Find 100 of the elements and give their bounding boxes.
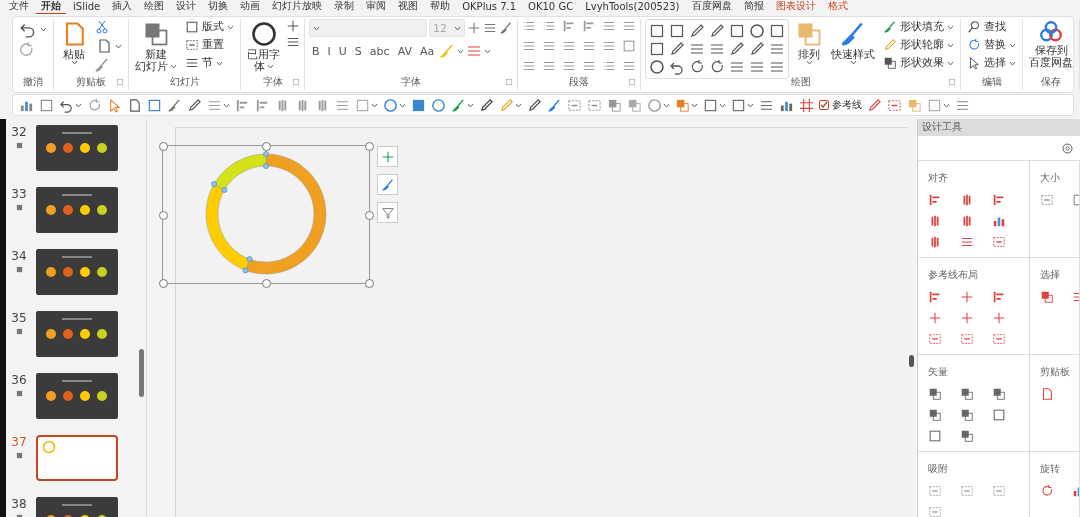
caret-icon[interactable] xyxy=(457,48,465,54)
chart-style-button[interactable] xyxy=(377,174,398,195)
caret-icon[interactable] xyxy=(115,43,122,49)
shape-icon[interactable] xyxy=(769,23,785,39)
shrink-font-icon[interactable] xyxy=(286,35,300,49)
dialog-launcher-icon[interactable] xyxy=(116,78,124,86)
select-icon[interactable] xyxy=(107,97,122,113)
edit-point[interactable] xyxy=(221,187,228,193)
caret-icon[interactable] xyxy=(947,60,954,66)
format-button[interactable]: I xyxy=(324,43,334,59)
shape-icon[interactable] xyxy=(749,41,765,57)
caret-icon[interactable] xyxy=(719,102,726,108)
format-painter-icon[interactable] xyxy=(94,57,110,73)
caret-icon[interactable] xyxy=(515,102,522,108)
align-right-icon[interactable] xyxy=(235,97,250,113)
resize-handle[interactable] xyxy=(159,279,168,288)
reference-lines-checkbox[interactable]: 参考线 xyxy=(819,98,862,112)
caret-icon[interactable] xyxy=(75,102,82,108)
font-color-icon[interactable] xyxy=(466,43,483,59)
donut-slice[interactable] xyxy=(213,153,267,191)
resize-handle[interactable] xyxy=(262,142,271,151)
indent-icon[interactable] xyxy=(562,19,576,33)
align-text-icon[interactable] xyxy=(562,59,576,73)
list-icon[interactable] xyxy=(542,19,556,33)
list-icon[interactable] xyxy=(522,19,536,33)
shape-icon[interactable] xyxy=(689,59,705,75)
dialog-launcher-icon[interactable] xyxy=(505,78,513,86)
align-text-icon[interactable] xyxy=(542,59,556,73)
caret-icon[interactable] xyxy=(70,60,78,65)
group-icon[interactable] xyxy=(607,97,622,113)
caret-icon[interactable] xyxy=(1009,60,1016,66)
ribbon-tab[interactable]: 录制 xyxy=(329,0,360,14)
group-icon[interactable] xyxy=(627,97,642,113)
align-text-icon[interactable] xyxy=(602,39,616,53)
ribbon-tab[interactable]: 百度网盘 xyxy=(686,0,737,14)
used-font-button[interactable]: 已用字 体 xyxy=(245,19,282,73)
ribbon-tab[interactable]: LvyhTools(200523) xyxy=(580,0,685,14)
ribbon-button[interactable]: 形状填充 xyxy=(881,19,956,35)
copy-icon[interactable] xyxy=(96,38,112,54)
shape-icon[interactable] xyxy=(669,23,685,39)
ribbon-tab[interactable]: 格式 xyxy=(822,0,853,14)
caret-icon[interactable] xyxy=(747,102,754,108)
dialog-launcher-icon[interactable] xyxy=(948,78,956,86)
resize-handle[interactable] xyxy=(159,210,168,220)
ribbon-button[interactable]: 形状效果 xyxy=(881,55,956,71)
align-text-icon[interactable] xyxy=(562,39,576,53)
edit-point[interactable] xyxy=(242,267,249,274)
ribbon-tab[interactable]: 文件 xyxy=(4,0,34,14)
caret-icon[interactable] xyxy=(266,63,274,69)
scrollbar-thumb[interactable] xyxy=(139,349,144,397)
paste-button[interactable]: 粘贴 xyxy=(58,19,90,66)
slide-thumbnail[interactable] xyxy=(36,373,118,419)
format-button[interactable]: U xyxy=(335,43,350,59)
fill-icon[interactable] xyxy=(411,97,426,113)
align-text-icon[interactable] xyxy=(522,39,536,53)
shape-icon[interactable] xyxy=(669,41,685,57)
ribbon-button[interactable]: 节 xyxy=(183,55,236,71)
ribbon-tab[interactable]: 简报 xyxy=(738,0,769,14)
ribbon-tab[interactable]: 图表设计 xyxy=(770,0,821,14)
format-button[interactable]: Aa xyxy=(417,43,438,59)
align-text-icon[interactable] xyxy=(622,59,636,73)
caret-icon[interactable] xyxy=(691,102,698,108)
ribbon-tab[interactable]: OKPlus 7.1 xyxy=(457,0,522,14)
font-name-field[interactable] xyxy=(309,19,427,37)
settings-icon[interactable] xyxy=(1061,141,1074,155)
dialog-launcher-icon[interactable] xyxy=(628,78,636,86)
quick-styles-button[interactable]: 快速样式 xyxy=(829,19,877,66)
dialog-launcher-icon[interactable] xyxy=(292,78,300,86)
ribbon-button[interactable]: 形状轮廓 xyxy=(881,37,956,53)
format-button[interactable]: abc xyxy=(366,43,393,59)
add-element-button[interactable] xyxy=(377,146,398,167)
caret-icon[interactable] xyxy=(1009,42,1016,48)
new-slide-button[interactable]: 新建 幻灯片 xyxy=(133,19,179,73)
arrange-button[interactable]: 排列 xyxy=(793,19,825,66)
format-button[interactable]: S xyxy=(351,43,365,59)
caret-icon[interactable] xyxy=(223,102,230,108)
ribbon-tab[interactable]: 绘图 xyxy=(139,0,170,14)
ribbon-tab[interactable]: 视图 xyxy=(393,0,424,14)
ribbon-tab[interactable]: 帮助 xyxy=(425,0,456,14)
indent-icon[interactable] xyxy=(582,19,596,33)
ribbon-button[interactable]: 重置 xyxy=(183,37,236,53)
caret-icon[interactable] xyxy=(484,48,492,54)
edit-point[interactable] xyxy=(211,181,217,187)
caret-icon[interactable] xyxy=(216,60,223,66)
caret-icon[interactable] xyxy=(943,102,950,108)
slide-thumbnail[interactable] xyxy=(36,125,118,171)
caret-icon[interactable] xyxy=(399,102,406,108)
caret-icon[interactable] xyxy=(849,60,857,65)
ribbon-tab[interactable]: 幻灯片放映 xyxy=(267,0,328,14)
ribbon-button[interactable]: 选择 xyxy=(965,55,1018,71)
slide-thumbnail[interactable] xyxy=(36,187,118,233)
format-button[interactable]: B xyxy=(309,43,323,59)
resize-handle[interactable] xyxy=(365,210,374,220)
shadow-icon[interactable] xyxy=(907,97,922,113)
shape-icon[interactable] xyxy=(689,23,705,39)
caret-icon[interactable] xyxy=(227,24,234,30)
align-text-icon[interactable] xyxy=(522,59,536,73)
cut-icon[interactable] xyxy=(94,19,110,35)
shrink-font-icon[interactable] xyxy=(483,21,497,35)
shape-icon[interactable] xyxy=(709,59,725,75)
